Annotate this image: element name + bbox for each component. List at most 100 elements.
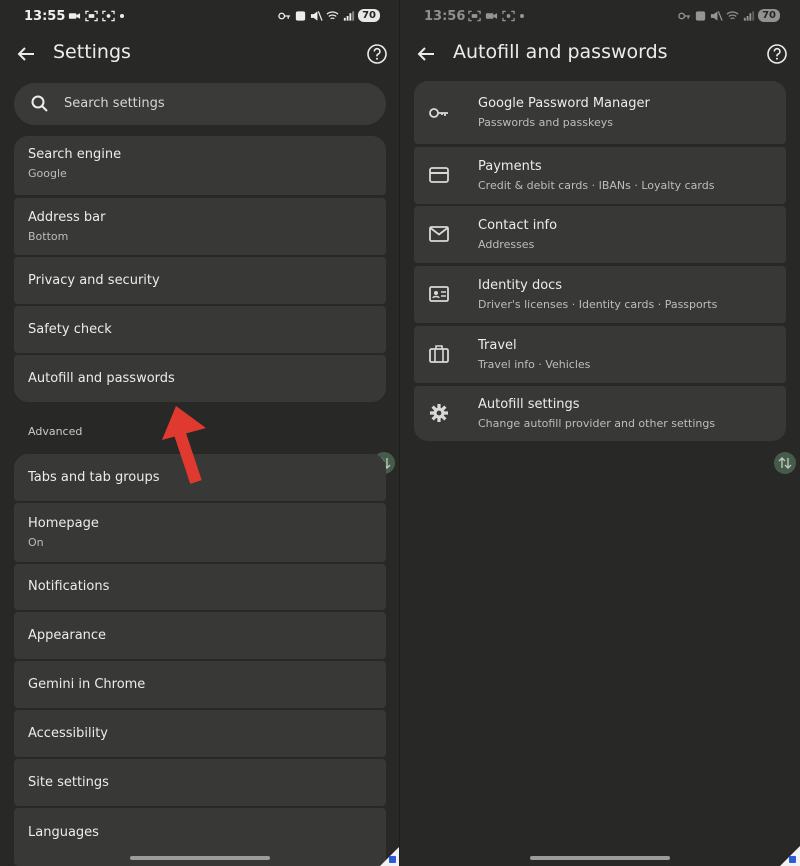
item-title: Autofill and passwords [28, 371, 175, 386]
autofill-item-contact-info[interactable]: Contact info Addresses [414, 206, 786, 263]
item-title: Appearance [28, 628, 107, 643]
item-title: Autofill settings [478, 397, 580, 412]
help-icon[interactable] [366, 43, 388, 65]
settings-item-accessibility[interactable]: Accessibility [14, 710, 386, 757]
mute-icon [311, 10, 323, 21]
status-right-icons: 70 [278, 9, 380, 22]
settings-item-privacy[interactable]: Privacy and security [14, 257, 386, 304]
item-title: Languages [28, 825, 99, 840]
settings-item-autofill[interactable]: Autofill and passwords [14, 355, 386, 402]
dot-icon [120, 14, 124, 18]
status-left-icons [68, 10, 125, 22]
search-placeholder: Search settings [64, 96, 165, 111]
item-title: Notifications [28, 579, 110, 594]
notification-icon [695, 10, 706, 21]
screenshot-icon [468, 10, 481, 22]
settings-item-search-engine[interactable]: Search engine Google [14, 136, 386, 195]
page-title: Autofill and passwords [453, 41, 668, 63]
item-title: Identity docs [478, 278, 563, 293]
gesture-bar[interactable] [130, 856, 270, 860]
red-arrow-annotation [162, 406, 206, 484]
item-title: Payments [478, 159, 542, 174]
search-bar[interactable]: Search settings [14, 83, 386, 125]
autofill-item-identity-docs[interactable]: Identity docs Driver's licenses · Identi… [414, 266, 786, 323]
section-header-advanced: Advanced [28, 425, 83, 438]
corner-badge-dot [789, 856, 796, 863]
mail-icon [429, 226, 449, 242]
settings-item-site-settings[interactable]: Site settings [14, 759, 386, 806]
settings-item-gemini[interactable]: Gemini in Chrome [14, 661, 386, 708]
back-arrow-icon[interactable] [14, 42, 38, 66]
wifi-icon [726, 10, 739, 19]
settings-item-safety-check[interactable]: Safety check [14, 306, 386, 353]
item-title: Gemini in Chrome [28, 677, 146, 692]
swap-icon [778, 457, 792, 469]
item-title: Homepage [28, 516, 99, 531]
app-bar: Autofill and passwords [400, 34, 800, 74]
status-time: 13:56 [424, 9, 466, 24]
gesture-bar[interactable] [530, 856, 670, 860]
item-subtitle: Travel info · Vehicles [478, 358, 591, 371]
mute-icon [711, 10, 723, 21]
item-subtitle: Addresses [478, 238, 535, 251]
battery-badge: 70 [758, 9, 780, 22]
autofill-screen: 13:56 70 Autofill and passwords Google P… [400, 0, 800, 866]
item-title: Site settings [28, 775, 109, 790]
item-subtitle: Driver's licenses · Identity cards · Pas… [478, 298, 718, 311]
settings-item-appearance[interactable]: Appearance [14, 612, 386, 659]
back-arrow-icon[interactable] [414, 42, 438, 66]
signal-icon [743, 10, 755, 21]
status-left-icons [468, 10, 525, 22]
battery-badge: 70 [358, 9, 380, 22]
settings-item-homepage[interactable]: Homepage On [14, 503, 386, 562]
app-bar: Settings [0, 34, 400, 74]
item-title: Travel [478, 338, 517, 353]
item-title: Address bar [28, 210, 106, 225]
page-title: Settings [53, 41, 131, 63]
item-title: Search engine [28, 147, 122, 162]
video-camera-icon [68, 13, 81, 19]
item-subtitle: Change autofill provider and other setti… [478, 417, 716, 430]
item-title: Safety check [28, 322, 112, 337]
screen-record-icon [502, 10, 515, 22]
key-icon [429, 108, 448, 118]
item-subtitle: On [28, 536, 44, 549]
dot-icon [520, 14, 524, 18]
wifi-icon [326, 10, 339, 19]
screens-container: 13:55 70 Settings Search settings Search… [0, 0, 800, 866]
status-right-icons: 70 [678, 9, 780, 22]
settings-screen: 13:55 70 Settings Search settings Search… [0, 0, 400, 866]
gear-icon [430, 404, 448, 422]
id-card-icon [429, 286, 449, 302]
status-bar: 13:56 70 [400, 0, 800, 32]
autofill-item-payments[interactable]: Payments Credit & debit cards · IBANs · … [414, 147, 786, 204]
status-bar: 13:55 70 [0, 0, 400, 32]
notification-icon [295, 10, 306, 21]
item-title: Google Password Manager [478, 96, 650, 111]
item-title: Privacy and security [28, 273, 160, 288]
search-icon [31, 95, 48, 112]
autofill-item-password-manager[interactable]: Google Password Manager Passwords and pa… [414, 81, 786, 144]
item-title: Contact info [478, 218, 558, 233]
scroll-fab[interactable] [774, 452, 796, 474]
item-title: Accessibility [28, 726, 108, 741]
key-status-icon [678, 12, 691, 19]
credit-card-icon [429, 167, 449, 183]
autofill-item-settings[interactable]: Autofill settings Change autofill provid… [414, 386, 786, 441]
screen-record-icon [102, 10, 115, 22]
item-subtitle: Google [28, 167, 67, 180]
item-subtitle: Bottom [28, 230, 69, 243]
screenshot-icon [85, 10, 98, 22]
item-subtitle: Credit & debit cards · IBANs · Loyalty c… [478, 179, 715, 192]
autofill-item-travel[interactable]: Travel Travel info · Vehicles [414, 326, 786, 383]
item-subtitle: Passwords and passkeys [478, 116, 613, 129]
video-camera-icon [485, 13, 498, 19]
signal-icon [343, 10, 355, 21]
help-icon[interactable] [766, 43, 788, 65]
item-title: Tabs and tab groups [28, 470, 160, 485]
key-status-icon [278, 12, 291, 19]
status-time: 13:55 [24, 9, 66, 24]
briefcase-icon [429, 345, 449, 363]
settings-item-address-bar[interactable]: Address bar Bottom [14, 198, 386, 255]
settings-item-notifications[interactable]: Notifications [14, 564, 386, 610]
